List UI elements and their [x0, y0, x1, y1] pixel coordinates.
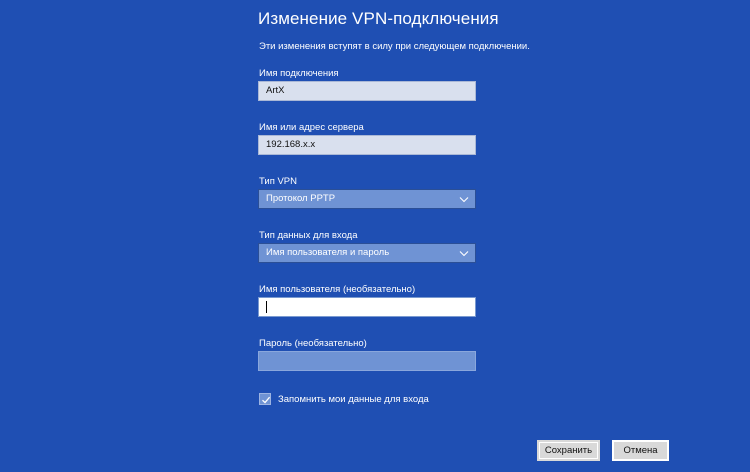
- remember-credentials-checkbox[interactable]: [259, 393, 271, 405]
- server-address-label: Имя или адрес сервера: [259, 122, 364, 133]
- chevron-down-icon: [459, 197, 469, 203]
- vpn-type-dropdown[interactable]: Протокол PPTP: [258, 189, 476, 209]
- cancel-button[interactable]: Отмена: [612, 440, 669, 461]
- connection-name-label: Имя подключения: [259, 68, 339, 79]
- save-button[interactable]: Сохранить: [537, 440, 600, 461]
- connection-name-input[interactable]: ArtX: [258, 81, 476, 101]
- connection-name-value: ArtX: [266, 85, 285, 96]
- signin-type-label: Тип данных для входа: [259, 230, 358, 241]
- remember-credentials-row[interactable]: Запомнить мои данные для входа: [259, 392, 429, 406]
- password-input[interactable]: [258, 351, 476, 371]
- text-caret: [266, 301, 267, 313]
- server-address-value: 192.168.x.x: [266, 139, 316, 150]
- dialog-subtitle: Эти изменения вступят в силу при следующ…: [259, 41, 530, 52]
- signin-type-selected: Имя пользователя и пароль: [266, 247, 390, 258]
- remember-credentials-label: Запомнить мои данные для входа: [278, 393, 429, 405]
- server-address-input[interactable]: 192.168.x.x: [258, 135, 476, 155]
- vpn-type-selected: Протокол PPTP: [266, 193, 336, 204]
- username-label: Имя пользователя (необязательно): [259, 284, 416, 295]
- dialog-title: Изменение VPN-подключения: [258, 9, 499, 28]
- vpn-type-label: Тип VPN: [259, 176, 298, 187]
- username-input[interactable]: [258, 297, 476, 317]
- signin-type-dropdown[interactable]: Имя пользователя и пароль: [258, 243, 476, 263]
- checkmark-icon: [262, 396, 271, 404]
- chevron-down-icon: [459, 251, 469, 257]
- vpn-edit-dialog: Изменение VPN-подключения Эти изменения …: [0, 0, 750, 472]
- password-label: Пароль (необязательно): [259, 338, 367, 349]
